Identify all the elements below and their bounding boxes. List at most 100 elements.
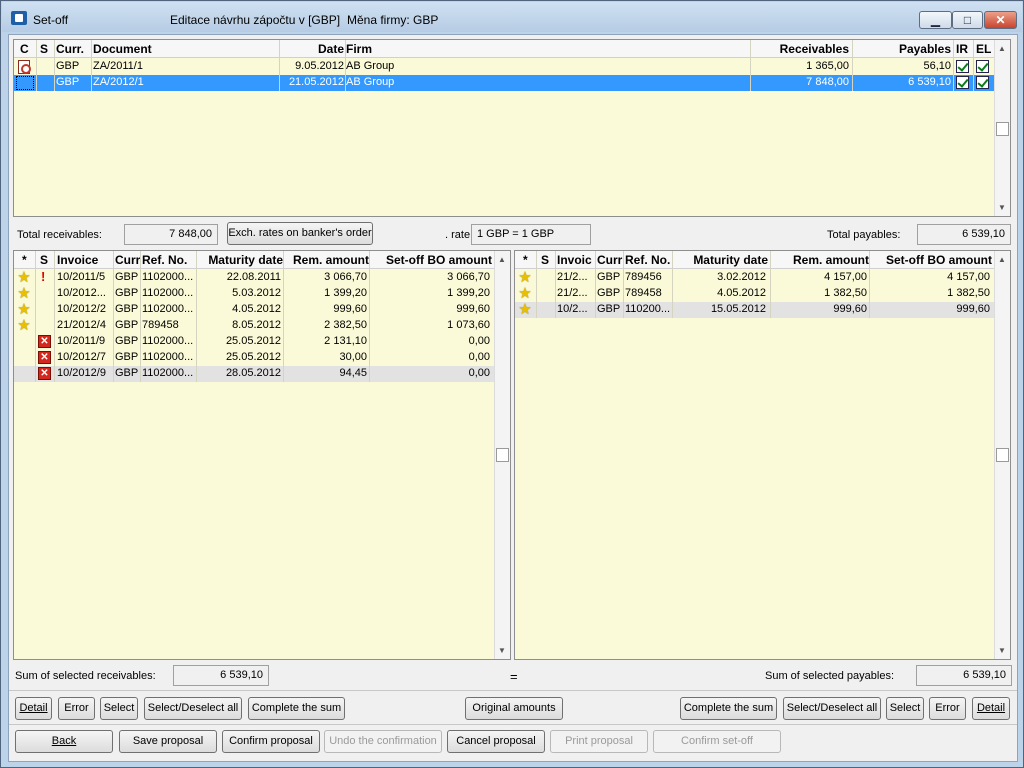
confirm-proposal-button[interactable]: Confirm proposal: [222, 730, 320, 753]
cell-set-off-amount: 999,60: [956, 303, 990, 315]
select-button-right[interactable]: Select: [886, 697, 924, 720]
col-ir: IR: [956, 42, 968, 56]
sum-payables-label: Sum of selected payables:: [765, 670, 895, 682]
table-row[interactable]: ★ ! 10/2011/5 GBP 1102000... 22.08.2011 …: [14, 269, 494, 286]
col-receivables: Receivables: [779, 42, 849, 56]
col-invoice: Invoice: [57, 253, 99, 267]
cell-curr: GBP: [115, 303, 139, 315]
col-ref-no: Ref. No.: [625, 253, 671, 267]
document-icon: [18, 60, 31, 74]
vertical-scrollbar[interactable]: ▲ ▼: [494, 251, 510, 659]
vertical-scrollbar[interactable]: ▲ ▼: [994, 40, 1010, 216]
col-star: *: [523, 253, 528, 267]
cell-rem-amount: 3 066,70: [324, 271, 367, 283]
print-proposal-button[interactable]: Print proposal: [550, 730, 648, 753]
close-button[interactable]: ✕: [984, 11, 1017, 29]
cell-date: 9.05.2012: [295, 60, 344, 72]
confirm-set-off-button[interactable]: Confirm set-off: [653, 730, 781, 753]
cell-curr: GBP: [56, 76, 80, 88]
cell-maturity: 4.05.2012: [232, 303, 281, 315]
ir-checkbox[interactable]: [956, 60, 969, 73]
cell-invoice: 10/2012/9: [57, 367, 106, 379]
save-proposal-button[interactable]: Save proposal: [119, 730, 217, 753]
error-button-left[interactable]: Error: [58, 697, 95, 720]
cell-maturity: 4.05.2012: [717, 287, 766, 299]
cell-set-off-amount: 1 382,50: [947, 287, 990, 299]
table-row[interactable]: ★ 21/2... GBP 789456 3.02.2012 4 157,00 …: [515, 270, 994, 286]
window-subtitle: Editace návrhu zápočtu v [GBP]: [170, 13, 341, 27]
col-set-off-amount: Set-off BO amount: [386, 253, 492, 267]
sum-receivables-value: 6 539,10: [173, 665, 269, 686]
scroll-up-icon[interactable]: ▲: [998, 44, 1006, 53]
table-row[interactable]: ★ 10/2012/2 GBP 1102000... 4.05.2012 999…: [14, 302, 494, 318]
cell-invoice: 21/2...: [557, 287, 588, 299]
scroll-thumb[interactable]: [996, 122, 1009, 136]
scroll-down-icon[interactable]: ▼: [498, 646, 506, 655]
table-row-focused[interactable]: ✕ 10/2012/9 GBP 1102000... 28.05.2012 94…: [14, 366, 494, 382]
equals-sign: =: [510, 669, 518, 684]
back-label: Back: [51, 735, 77, 747]
cell-payables: 56,10: [923, 60, 951, 72]
original-amounts-button[interactable]: Original amounts: [465, 697, 563, 720]
cell-curr: GBP: [115, 271, 139, 283]
minimize-button[interactable]: ▁: [919, 11, 952, 29]
undo-confirmation-button[interactable]: Undo the confirmation: [324, 730, 442, 753]
col-curr: Curr.: [56, 42, 85, 56]
exch-rates-button[interactable]: Exch. rates on banker's order: [227, 222, 373, 245]
scroll-up-icon[interactable]: ▲: [998, 255, 1006, 264]
table-row[interactable]: GBP ZA/2011/1 9.05.2012 AB Group 1 365,0…: [14, 59, 994, 75]
scroll-thumb[interactable]: [496, 448, 509, 462]
cell-maturity: 5.03.2012: [232, 287, 281, 299]
cancel-proposal-button[interactable]: Cancel proposal: [447, 730, 545, 753]
star-icon: ★: [17, 317, 31, 334]
client-area: C S Curr. Document Date Firm Receivables…: [8, 34, 1018, 762]
table-row[interactable]: ★ 21/2... GBP 789458 4.05.2012 1 382,50 …: [515, 286, 994, 302]
table-row-focused[interactable]: ★ 10/2... GBP 110200... 15.05.2012 999,6…: [515, 302, 994, 318]
detail-button-right[interactable]: Detail: [972, 697, 1010, 720]
select-all-button-left[interactable]: Select/Deselect all: [144, 697, 242, 720]
cell-invoice: 21/2012/4: [57, 319, 106, 331]
select-all-button-right[interactable]: Select/Deselect all: [783, 697, 881, 720]
back-button[interactable]: Back: [15, 730, 113, 753]
complete-sum-button-left[interactable]: Complete the sum: [248, 697, 345, 720]
cell-rem-amount: 1 399,20: [324, 287, 367, 299]
maximize-button[interactable]: □: [952, 11, 983, 29]
vertical-scrollbar[interactable]: ▲ ▼: [994, 251, 1010, 659]
table-row-selected[interactable]: GBP ZA/2012/1 21.05.2012 AB Group 7 848,…: [14, 75, 994, 91]
cell-curr: GBP: [115, 367, 139, 379]
cell-invoice: 10/2...: [557, 303, 588, 315]
scroll-down-icon[interactable]: ▼: [998, 646, 1006, 655]
col-maturity-date: Maturity date: [208, 253, 283, 267]
table-row[interactable]: ★ 10/2012... GBP 1102000... 5.03.2012 1 …: [14, 286, 494, 302]
ir-checkbox[interactable]: [956, 76, 969, 89]
cell-ref-no: 1102000...: [142, 271, 194, 283]
detail-button-left[interactable]: Detail: [15, 697, 52, 720]
table-row[interactable]: ✕ 10/2011/9 GBP 1102000... 25.05.2012 2 …: [14, 334, 494, 350]
cell-rem-amount: 2 382,50: [324, 319, 367, 331]
cell-rem-amount: 1 382,50: [824, 287, 867, 299]
total-receivables-label: Total receivables:: [17, 229, 102, 241]
set-off-window: Set-off Editace návrhu zápočtu v [GBP] M…: [0, 0, 1024, 768]
cell-receivables: 1 365,00: [806, 60, 849, 72]
error-icon: ✕: [38, 351, 51, 364]
select-button-left[interactable]: Select: [100, 697, 138, 720]
complete-sum-button-right[interactable]: Complete the sum: [680, 697, 777, 720]
cell-ref-no: 1102000...: [142, 287, 194, 299]
table-row[interactable]: ✕ 10/2012/7 GBP 1102000... 25.05.2012 30…: [14, 350, 494, 366]
el-checkbox[interactable]: [976, 60, 989, 73]
cell-maturity: 8.05.2012: [232, 319, 281, 331]
scroll-up-icon[interactable]: ▲: [498, 255, 506, 264]
table-row[interactable]: ★ 21/2012/4 GBP 789458 8.05.2012 2 382,5…: [14, 318, 494, 334]
error-button-right[interactable]: Error: [929, 697, 966, 720]
cell-ref-no: 1102000...: [142, 335, 194, 347]
cell-ref-no: 789458: [625, 287, 662, 299]
cell-payables: 6 539,10: [908, 76, 951, 88]
col-document: Document: [93, 42, 152, 56]
cell-rem-amount: 94,45: [339, 367, 367, 379]
scroll-down-icon[interactable]: ▼: [998, 203, 1006, 212]
rate-value: 1 GBP = 1 GBP: [471, 224, 591, 245]
scroll-thumb[interactable]: [996, 448, 1009, 462]
total-receivables-value: 7 848,00: [124, 224, 218, 245]
el-checkbox[interactable]: [976, 76, 989, 89]
cell-maturity: 28.05.2012: [225, 367, 281, 379]
